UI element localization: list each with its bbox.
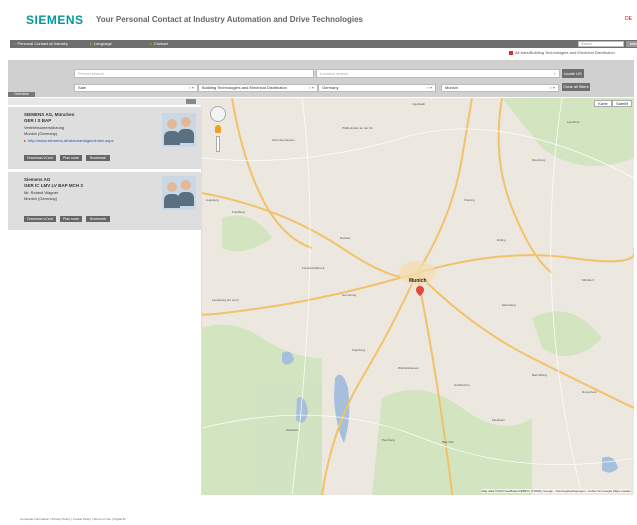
map-label: Ebersberg xyxy=(502,303,516,307)
result-url[interactable]: ▸ http://www.siemens.de/alarmanlagen/inde… xyxy=(24,138,114,143)
result-title: SIEMENS AG, München xyxy=(24,112,75,117)
person-search-input[interactable]: Person search xyxy=(74,69,314,78)
map-label: Bad Tölz xyxy=(442,440,454,444)
result-subtitle: Vertriebsunterstützung xyxy=(24,125,65,130)
collapse-button[interactable] xyxy=(186,99,196,104)
map-city-label: Munich xyxy=(409,278,427,284)
zoom-slider[interactable] xyxy=(216,136,220,152)
nav-item-language[interactable]: ▸ Language xyxy=(90,41,112,46)
map-label: Schrobenhausen xyxy=(272,138,295,142)
footer-links[interactable]: Corporate Information | Privacy Policy |… xyxy=(20,517,126,521)
result-title: Siemens AG xyxy=(24,177,51,182)
map-label: Friedberg xyxy=(232,210,245,214)
arrow-icon: ▸ xyxy=(90,41,93,46)
nav-item-personal-contact[interactable]: ▪ Personal Contact at Industry xyxy=(14,41,68,46)
checkbox-icon xyxy=(509,50,513,55)
map-label: Bad Aibling xyxy=(532,373,548,377)
bookmark-button[interactable]: Bookmark xyxy=(86,155,110,161)
clear-filters-button[interactable]: Clear all filters xyxy=(562,83,590,91)
result-dept: GER I S BAP xyxy=(24,118,52,123)
select-country[interactable]: Germany × ▾ xyxy=(318,84,436,92)
map-label: Weilheim xyxy=(286,428,299,432)
map-view[interactable]: Schrobenhausen Pfaffenhofen an der Ilm I… xyxy=(202,98,634,495)
locate-button[interactable]: locate US xyxy=(562,69,584,78)
result-city: Munich (Germany) xyxy=(24,196,58,201)
site-search-button[interactable]: search xyxy=(626,41,637,47)
map-label: Fürstenfeldbruck xyxy=(302,266,325,270)
map-label: Ingolstadt xyxy=(412,102,426,106)
street-view-icon[interactable] xyxy=(215,125,221,133)
chevron-down-icon: × ▾ xyxy=(549,85,555,90)
map-canvas xyxy=(202,98,634,495)
siemens-logo[interactable]: SIEMENS xyxy=(26,13,84,27)
top-navbar: ▪ Personal Contact at Industry ▸ Language … xyxy=(10,40,637,48)
results-list: SIEMENS AG, München GER I S BAP Vertrieb… xyxy=(8,98,202,495)
all-sites-checkbox[interactable]: All sites/Building Technologies and Elec… xyxy=(509,50,615,55)
map-label: Penzberg xyxy=(382,438,395,442)
clear-icon[interactable]: × xyxy=(554,70,556,77)
map-label: Mühldorf xyxy=(582,278,594,282)
site-search-input[interactable]: Search xyxy=(578,41,624,47)
result-card[interactable]: Siemens AG GER IC LMV LV BAP MCH 3 Mr. R… xyxy=(8,172,202,230)
map-label: Erding xyxy=(497,238,506,242)
chevron-down-icon: × ▾ xyxy=(188,85,194,90)
map-label: Landsberg am Lech xyxy=(212,298,239,302)
site-header: SIEMENS Your Personal Contact at Industr… xyxy=(0,0,637,38)
plan-route-button[interactable]: Plan route xyxy=(60,155,82,161)
marker-icon[interactable] xyxy=(416,286,424,296)
result-card[interactable]: SIEMENS AG, München GER I S BAP Vertrieb… xyxy=(8,107,202,169)
map-label: Dachau xyxy=(340,236,351,240)
contact-photo xyxy=(162,113,196,147)
map-type-satellite-button[interactable]: Satellit xyxy=(612,100,632,107)
map-label: Freising xyxy=(464,198,475,202)
map-label: Germering xyxy=(342,293,357,297)
chevron-down-icon: × ▾ xyxy=(308,85,314,90)
map-label: Augsburg xyxy=(206,198,219,202)
chevron-down-icon: × ▾ xyxy=(426,85,432,90)
orange-bullet-icon: ▪ xyxy=(14,41,16,46)
result-city: Munich (Germany) xyxy=(24,131,58,136)
nav-item-contact[interactable]: ▸ Contact xyxy=(150,41,168,46)
arrow-icon: ▸ xyxy=(150,41,153,46)
select-city[interactable]: Munich × ▾ xyxy=(441,84,559,92)
plan-route-button[interactable]: Plan route xyxy=(60,216,82,222)
map-copyright[interactable]: Map data ©2013 GeoBasis-DE/BKG (©2009), … xyxy=(481,489,631,493)
bookmark-button[interactable]: Bookmark xyxy=(86,216,110,222)
contact-photo xyxy=(162,176,196,210)
map-label: Wolfratshausen xyxy=(398,366,419,370)
map-type-map-button[interactable]: Karte xyxy=(594,100,612,107)
pan-control-icon[interactable] xyxy=(210,106,226,122)
language-switch[interactable]: DE xyxy=(625,16,632,22)
map-label: Holzkirchen xyxy=(454,383,470,387)
select-division[interactable]: Building Technologies and Electrical Dis… xyxy=(198,84,318,92)
download-vcard-button[interactable]: Download vCard xyxy=(24,216,56,222)
location-search-input[interactable]: Location search × xyxy=(316,69,560,78)
result-subtitle: Mr. Roland Wagner xyxy=(24,190,59,195)
pin-icon: ▸ xyxy=(24,138,27,143)
select-function[interactable]: Sale × ▾ xyxy=(74,84,198,92)
map-label: Landshut xyxy=(567,120,580,124)
map-label: Moosburg xyxy=(532,158,546,162)
page-title: Your Personal Contact at Industry Automa… xyxy=(96,15,363,24)
filter-panel: Person search Location search × locate US… xyxy=(8,60,634,97)
map-label: Starnberg xyxy=(352,348,366,352)
map-label: Rosenheim xyxy=(582,390,598,394)
tab-overview[interactable]: Overview xyxy=(8,92,35,97)
result-dept: GER IC LMV LV BAP MCH 3 xyxy=(24,183,83,188)
download-vcard-button[interactable]: Download vCard xyxy=(24,155,56,161)
results-toolbar xyxy=(8,98,202,105)
map-label: Miesbach xyxy=(492,418,505,422)
map-label: Pfaffenhofen an der Ilm xyxy=(342,126,374,130)
